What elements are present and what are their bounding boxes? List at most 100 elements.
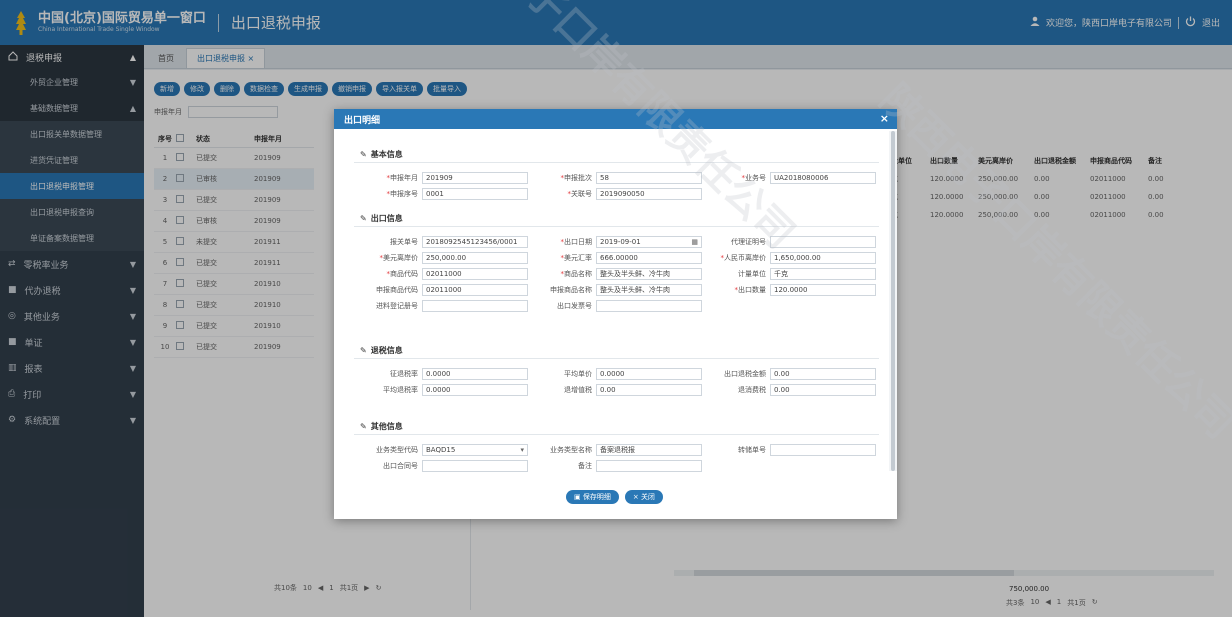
field-label-text: 备注 <box>578 462 592 470</box>
field-label-text: 平均单价 <box>564 370 592 378</box>
field-input[interactable]: 2019090050 <box>596 188 702 200</box>
calendar-icon[interactable]: ▦ <box>691 238 698 246</box>
edit-icon: ✎ <box>360 346 367 355</box>
field-value: 0.0000 <box>426 370 451 378</box>
field-value: 250,000.00 <box>426 254 467 262</box>
close-icon: × <box>632 493 641 501</box>
field-refund-cons: 退消费税 0.00 <box>708 384 876 396</box>
section-divider <box>354 434 879 435</box>
field-input[interactable]: 0.0000 <box>422 368 528 380</box>
field-label-text: 商品名称 <box>564 270 592 278</box>
field-value: 0001 <box>426 190 444 198</box>
field-reg-no: 进料登记册号 <box>360 300 528 312</box>
field-input[interactable]: 1,650,000.00 <box>770 252 876 264</box>
field-input[interactable] <box>422 300 528 312</box>
field-label-text: 报关单号 <box>390 238 418 246</box>
field-label: 备注 <box>534 461 596 471</box>
field-input[interactable]: 58 <box>596 172 702 184</box>
field-input[interactable]: BAQD15 ▾ <box>422 444 528 456</box>
field-label: 代理证明号 <box>708 237 770 247</box>
field-unit: 计量单位 千克 <box>708 268 876 280</box>
field-input[interactable]: 0.0000 <box>422 384 528 396</box>
field-export-date: *出口日期 2019-09-01 ▦ <box>534 236 702 248</box>
modal-header: 出口明细 × <box>334 109 897 129</box>
field-input[interactable] <box>422 460 528 472</box>
field-input[interactable]: 0.00 <box>596 384 702 396</box>
field-value: 02011000 <box>426 270 462 278</box>
field-invoice-no: 出口发票号 <box>534 300 702 312</box>
dropdown-icon[interactable]: ▾ <box>520 446 524 454</box>
section-divider <box>354 162 879 163</box>
field-value: 2019-09-01 <box>600 238 641 246</box>
field-value: 120.0000 <box>774 286 808 294</box>
field-input[interactable]: 2018092545123456/0001 <box>422 236 528 248</box>
modal-scrollbar[interactable] <box>889 131 897 471</box>
field-label: *申报批次 <box>534 173 596 183</box>
field-value: BAQD15 <box>426 446 456 454</box>
field-label: *商品名称 <box>534 269 596 279</box>
field-input[interactable] <box>596 300 702 312</box>
field-label: 平均退税率 <box>360 385 422 395</box>
field-value: 666.00000 <box>600 254 638 262</box>
field-input[interactable]: 120.0000 <box>770 284 876 296</box>
close-icon[interactable]: × <box>880 113 889 124</box>
field-input[interactable] <box>770 444 876 456</box>
field-input[interactable]: 201909 <box>422 172 528 184</box>
field-label-text: 计量单位 <box>738 270 766 278</box>
field-input[interactable]: 0.0000 <box>596 368 702 380</box>
field-input[interactable]: UA2018080006 <box>770 172 876 184</box>
field-input[interactable]: 2019-09-01 ▦ <box>596 236 702 248</box>
field-agent-cert: 代理证明号 <box>708 236 876 248</box>
edit-icon: ✎ <box>360 150 367 159</box>
edit-icon: ✎ <box>360 214 367 223</box>
field-label-text: 进料登记册号 <box>376 302 418 310</box>
field-label: *商品代码 <box>360 269 422 279</box>
save-detail-button[interactable]: ▣ 保存明细 <box>566 490 619 504</box>
export-detail-modal: 出口明细 × ✎ 基本信息 ✎ 出口信息 ✎ 退税信息 ✎ 其他信息 *申报年月… <box>334 109 897 519</box>
field-fob-rate: *美元汇率 666.00000 <box>534 252 702 264</box>
field-label-text: 美元汇率 <box>564 254 592 262</box>
field-value: 千克 <box>774 270 788 278</box>
field-input[interactable]: 666.00000 <box>596 252 702 264</box>
field-input[interactable]: 整头及半头鲜、冷牛肉 <box>596 284 702 296</box>
section-title: 出口信息 <box>370 214 403 223</box>
field-label: 征退税率 <box>360 369 422 379</box>
field-label: 退增值税 <box>534 385 596 395</box>
field-value: 整头及半头鲜、冷牛肉 <box>600 270 670 278</box>
field-label-text: 出口日期 <box>564 238 592 246</box>
field-input[interactable]: 千克 <box>770 268 876 280</box>
field-value: 整头及半头鲜、冷牛肉 <box>600 286 670 294</box>
field-label-text: 人民币离岸价 <box>724 254 766 262</box>
scroll-thumb[interactable] <box>891 131 895 471</box>
field-rel-no: *关联号 2019090050 <box>534 188 702 200</box>
save-icon: ▣ <box>574 493 583 501</box>
field-value: 2019090050 <box>600 190 645 198</box>
field-input[interactable]: 备案退税报 <box>596 444 702 456</box>
field-input[interactable]: 整头及半头鲜、冷牛肉 <box>596 268 702 280</box>
field-refund-amt: 出口退税金额 0.00 <box>708 368 876 380</box>
close-label: 关闭 <box>640 493 655 501</box>
field-input[interactable]: 02011000 <box>422 284 528 296</box>
field-input[interactable]: 250,000.00 <box>422 252 528 264</box>
field-export-qty: *出口数量 120.0000 <box>708 284 876 296</box>
field-input[interactable]: 0.00 <box>770 368 876 380</box>
field-label-text: 申报序号 <box>390 190 418 198</box>
field-label: *出口数量 <box>708 285 770 295</box>
field-input[interactable]: 02011000 <box>422 268 528 280</box>
field-biz-no: *业务号 UA2018080006 <box>708 172 876 184</box>
field-input[interactable] <box>596 460 702 472</box>
field-input[interactable] <box>770 236 876 248</box>
field-input[interactable]: 0001 <box>422 188 528 200</box>
field-label: *关联号 <box>534 189 596 199</box>
section-title: 其他信息 <box>370 422 403 431</box>
field-input[interactable]: 0.00 <box>770 384 876 396</box>
section-divider <box>354 226 879 227</box>
field-contract-no: 转储单号 <box>708 444 876 456</box>
close-button[interactable]: × 关闭 <box>624 490 663 504</box>
field-label: *美元离岸价 <box>360 253 422 263</box>
field-export-contract: 出口合同号 <box>360 460 528 472</box>
field-value: 0.0000 <box>426 386 451 394</box>
field-value: 0.00 <box>774 370 790 378</box>
field-label-text: 出口退税金额 <box>724 370 766 378</box>
field-value: 备案退税报 <box>600 446 635 454</box>
